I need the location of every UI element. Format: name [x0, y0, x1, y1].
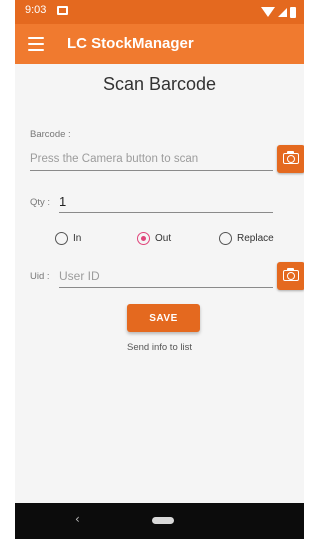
radio-out[interactable]: Out	[137, 232, 171, 245]
radio-in[interactable]: In	[55, 232, 81, 245]
qty-label: Qty :	[30, 197, 51, 208]
barcode-label: Barcode :	[30, 129, 71, 140]
save-button[interactable]: SAVE	[127, 304, 200, 332]
uid-label: Uid :	[30, 271, 50, 282]
qty-input[interactable]	[59, 190, 273, 212]
page-title: Scan Barcode	[102, 74, 217, 94]
radio-in-label: In	[73, 233, 82, 244]
radio-replace[interactable]: Replace	[219, 232, 274, 245]
navigation-bar: ‹	[15, 503, 304, 539]
wifi-icon	[261, 7, 275, 17]
uid-camera-button[interactable]	[277, 262, 304, 290]
radio-in-circle[interactable]	[55, 232, 68, 245]
radio-out-circle[interactable]	[137, 232, 150, 245]
home-icon[interactable]	[152, 517, 174, 524]
menu-icon[interactable]	[28, 37, 44, 51]
app-title: LC StockManager	[67, 35, 194, 52]
radio-out-label: Out	[155, 233, 172, 244]
device-screen: 9:03 LC StockManager Scan Barcode Barcod…	[15, 0, 304, 539]
uid-field	[59, 265, 273, 288]
save-helper-text: Send info to list	[127, 342, 192, 353]
app-bar: LC StockManager	[15, 24, 304, 64]
notification-icon	[57, 6, 68, 15]
radio-replace-circle[interactable]	[219, 232, 232, 245]
mode-radio-group: In Out Replace	[15, 232, 304, 248]
barcode-input[interactable]	[30, 148, 273, 170]
barcode-field	[30, 148, 273, 171]
qty-field	[59, 190, 273, 213]
status-time: 9:03	[25, 4, 47, 16]
battery-icon	[290, 6, 296, 18]
back-icon[interactable]: ‹	[75, 512, 80, 526]
status-bar: 9:03	[15, 0, 304, 24]
uid-input[interactable]	[59, 265, 273, 287]
status-icons	[261, 5, 296, 19]
barcode-camera-button[interactable]	[277, 145, 304, 173]
signal-icon	[278, 7, 287, 17]
radio-replace-label: Replace	[237, 233, 274, 244]
